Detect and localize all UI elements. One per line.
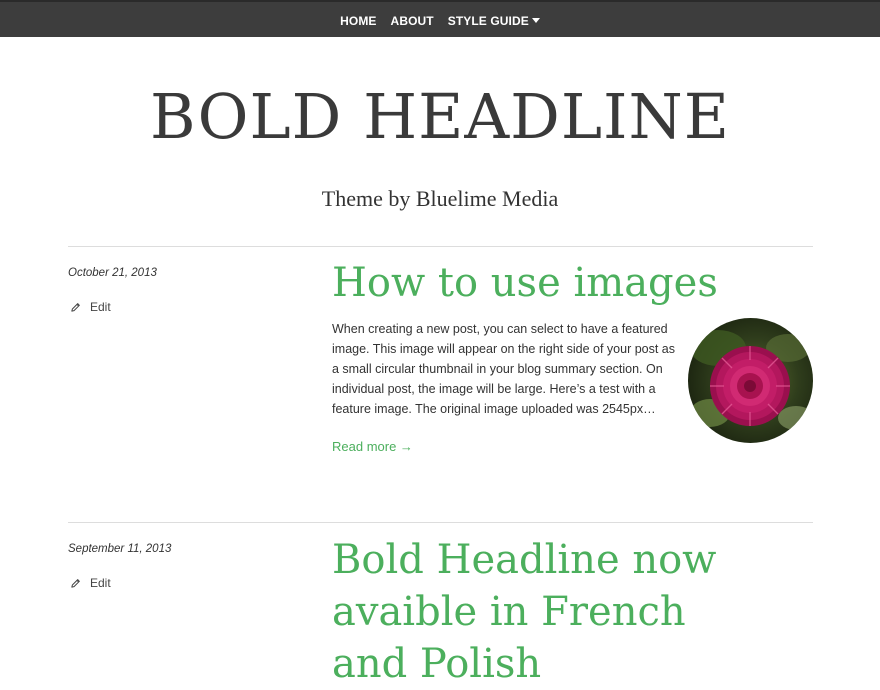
featured-image-thumbnail[interactable] (688, 318, 813, 443)
main-menu: HOME ABOUT STYLE GUIDE (0, 2, 880, 39)
divider (68, 246, 813, 247)
post-date: September 11, 2013 (68, 543, 172, 555)
edit-link[interactable]: Edit (90, 576, 111, 590)
site-title[interactable]: BOLD HEADLINE (0, 80, 880, 153)
post-date: October 21, 2013 (68, 267, 157, 279)
read-more-link[interactable]: Read more → (332, 439, 413, 454)
site-description: Theme by Bluelime Media (321, 186, 559, 211)
post-title-link[interactable]: How to use images (332, 260, 718, 306)
pencil-icon (71, 578, 80, 588)
nav-style-guide-label: STYLE GUIDE (447, 13, 529, 28)
post-edit: Edit (70, 300, 111, 314)
dahlia-flower-image (690, 330, 813, 430)
edit-link[interactable]: Edit (90, 300, 111, 314)
chevron-down-icon (531, 18, 540, 23)
post-title: How to use images (332, 259, 812, 307)
post-excerpt: When creating a new post, you can select… (332, 322, 676, 416)
top-navigation-bar: HOME ABOUT STYLE GUIDE (0, 0, 880, 37)
nav-about-link[interactable]: ABOUT (391, 14, 434, 28)
divider (68, 522, 813, 523)
nav-home-link[interactable]: HOME (340, 14, 376, 28)
post-edit: Edit (70, 576, 111, 590)
pencil-icon (71, 302, 80, 312)
nav-style-guide-link[interactable]: STYLE GUIDE (448, 14, 540, 28)
post-title: Bold Headline now avaible in French and … (332, 534, 752, 690)
post-title-link[interactable]: Bold Headline now avaible in French and … (332, 537, 716, 687)
